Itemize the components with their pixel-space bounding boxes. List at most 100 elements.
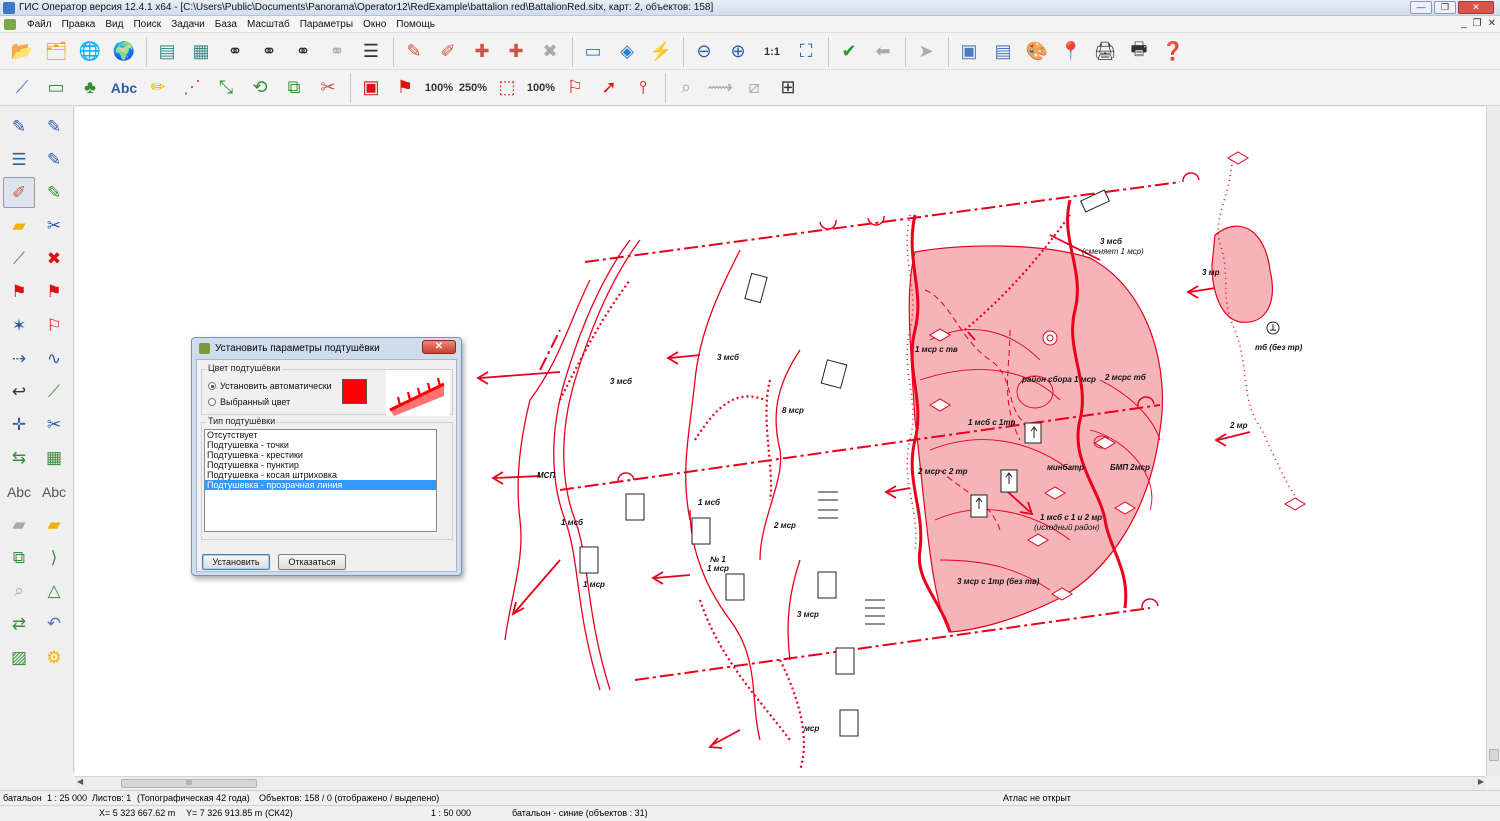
list-item[interactable]: Подтушевка - крестики	[205, 450, 436, 460]
paint-icon[interactable]: 🎨	[1021, 36, 1053, 68]
radio-selected-color[interactable]: Выбранный цвет	[208, 397, 290, 407]
scale-100-alt-button[interactable]: 100%	[525, 72, 557, 104]
radio-selected-dot[interactable]	[208, 398, 216, 406]
globe-info-icon[interactable]: 🌍	[108, 36, 140, 68]
scroll-right-icon[interactable]: ▶	[1478, 777, 1484, 786]
pencil-green-icon[interactable]: ✎	[38, 177, 70, 208]
line-red-icon[interactable]: ⫯	[627, 72, 659, 104]
open-folder-icon[interactable]: 📂	[6, 36, 38, 68]
print-icon[interactable]: 🖨	[1089, 36, 1121, 68]
list-pencil-icon[interactable]: ☰	[3, 144, 35, 175]
line-green-icon[interactable]: ⟋	[3, 244, 35, 275]
grid-icon[interactable]: ⊞	[772, 72, 804, 104]
check-icon[interactable]: ✔	[833, 36, 865, 68]
arrow-red-icon[interactable]: ➚	[593, 72, 625, 104]
binoculars-search-icon[interactable]: ⚭	[253, 36, 285, 68]
cross-line-icon[interactable]: ✛	[3, 410, 35, 441]
horizontal-scroll-thumb[interactable]: III	[121, 779, 257, 788]
menu-view[interactable]: Вид	[100, 19, 128, 30]
delete-line-icon[interactable]: ✖	[38, 244, 70, 275]
menu-scale[interactable]: Масштаб	[242, 19, 295, 30]
group-icon[interactable]: ⧉	[3, 542, 35, 573]
add-vertex-icon[interactable]: ✚	[500, 36, 532, 68]
menu-window[interactable]: Окно	[358, 19, 391, 30]
flags-icon[interactable]: ⚑	[389, 72, 421, 104]
radio-auto-color[interactable]: Установить автоматически	[208, 381, 332, 391]
menu-parameters[interactable]: Параметры	[295, 19, 358, 30]
cut-object-icon[interactable]: ✂	[312, 72, 344, 104]
scroll-left-icon[interactable]: ◀	[77, 777, 83, 786]
eraser-icon[interactable]: ▰	[3, 211, 35, 242]
add-point-icon[interactable]: ✚	[466, 36, 498, 68]
menu-file[interactable]: Файл	[22, 19, 57, 30]
rectangle-icon[interactable]: ▭	[40, 72, 72, 104]
list-item[interactable]: Отсутствует	[205, 430, 436, 440]
binoculars-icon[interactable]: ⚭	[219, 36, 251, 68]
palette-icon[interactable]: ◈	[611, 36, 643, 68]
mdi-restore-button[interactable]: ❐	[1473, 18, 1482, 29]
edit-disabled-icon[interactable]: ⧄	[738, 72, 770, 104]
list-grid-icon[interactable]: ▦	[38, 443, 70, 474]
zoom-in-icon[interactable]: ⊕	[722, 36, 754, 68]
open-globe-icon[interactable]: 🌐	[74, 36, 106, 68]
delete-object-icon[interactable]: ✖	[534, 36, 566, 68]
layers-icon[interactable]: ▤	[151, 36, 183, 68]
route-pin-icon[interactable]: 📍	[1055, 36, 1087, 68]
menu-tasks[interactable]: Задачи	[166, 19, 210, 30]
shading-type-list[interactable]: Отсутствует Подтушевка - точки Подтушевк…	[204, 429, 437, 532]
rotate-object-icon[interactable]: ⟲	[244, 72, 276, 104]
vertical-scroll-thumb[interactable]	[1489, 749, 1499, 761]
select-area-icon[interactable]: ✐	[432, 36, 464, 68]
flag-pencil-icon[interactable]: ⚑	[3, 277, 35, 308]
scale-100-button[interactable]: 100%	[423, 72, 455, 104]
merge-icon[interactable]: ⇆	[3, 443, 35, 474]
picture-icon[interactable]: ▨	[3, 642, 35, 673]
undo-icon[interactable]: ↶	[38, 609, 70, 640]
symbol-pencil-icon[interactable]: ✏	[142, 72, 174, 104]
pointer-icon[interactable]: ➤	[910, 36, 942, 68]
zoom-ratio-button[interactable]: 1:1	[756, 36, 788, 68]
pyramid-icon[interactable]: △	[38, 576, 70, 607]
bracket-icon[interactable]: ⟩	[38, 542, 70, 573]
list-item-selected[interactable]: Подтушевка - прозрачная линия	[205, 480, 436, 490]
back-arrow-icon[interactable]: ⬅	[867, 36, 899, 68]
select-red-icon[interactable]: ▣	[355, 72, 387, 104]
flag-arrow-icon[interactable]: ⚐	[38, 310, 70, 341]
transfer-icon[interactable]: ⇄	[3, 609, 35, 640]
shading-tool-icon[interactable]: ✐	[3, 177, 35, 209]
minimize-button[interactable]: —	[1410, 1, 1432, 14]
list-icon[interactable]: ☰	[355, 36, 387, 68]
maximize-button[interactable]: ❐	[1434, 1, 1456, 14]
menu-search[interactable]: Поиск	[128, 19, 166, 30]
object-info-icon[interactable]: ▣	[953, 36, 985, 68]
list-item[interactable]: Подтушевка - точки	[205, 440, 436, 450]
menu-database[interactable]: База	[210, 19, 242, 30]
dialog-close-button[interactable]: ✕	[422, 340, 456, 354]
query-pencil-icon[interactable]: ✎	[3, 111, 35, 142]
mdi-minimize-button[interactable]: _	[1461, 18, 1467, 29]
flag-select-icon[interactable]: ⚑	[38, 277, 70, 308]
search-tool-icon[interactable]: ⌕	[3, 576, 35, 607]
close-button[interactable]: ✕	[1458, 1, 1494, 14]
mdi-close-button[interactable]: ✕	[1488, 18, 1496, 29]
add-line-icon[interactable]: ⟋	[38, 377, 70, 408]
text-tool-button[interactable]: Abc	[108, 72, 140, 104]
text-eraser-icon[interactable]: ▰	[3, 509, 35, 540]
help-icon[interactable]: ❓	[1157, 36, 1189, 68]
polyline-icon[interactable]: ⟋	[6, 72, 38, 104]
select-object-icon[interactable]: ✎	[398, 36, 430, 68]
pencil-line-icon[interactable]: ✎	[38, 144, 70, 175]
text-info-icon[interactable]: ▤	[987, 36, 1019, 68]
scale-250-button[interactable]: 250%	[457, 72, 489, 104]
lightning-icon[interactable]: ⚡	[645, 36, 677, 68]
scissors-icon[interactable]: ✂	[38, 410, 70, 441]
document-icon[interactable]	[4, 18, 16, 30]
menu-help[interactable]: Помощь	[391, 19, 440, 30]
flag-set-icon[interactable]: ⚐	[559, 72, 591, 104]
search-disabled-icon[interactable]: ⌕	[670, 72, 702, 104]
menu-edit[interactable]: Правка	[57, 19, 101, 30]
zoom-out-icon[interactable]: ⊖	[688, 36, 720, 68]
window-icon[interactable]: ▭	[577, 36, 609, 68]
zoom-extent-icon[interactable]: ⛶	[790, 36, 822, 68]
print-preview-icon[interactable]: 🖶	[1123, 36, 1155, 68]
